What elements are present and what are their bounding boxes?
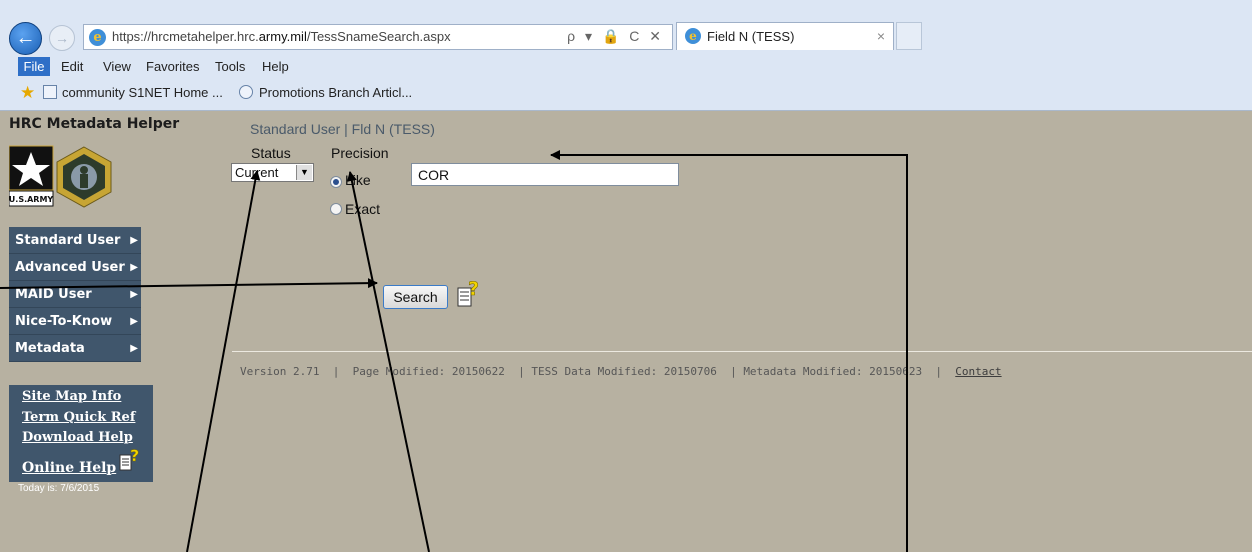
nav-metadata[interactable]: Metadata ▶ (9, 335, 141, 362)
page-title: Standard User | Fld N (TESS) (250, 121, 435, 137)
svg-text:?: ? (468, 278, 479, 300)
precision-header: Precision (331, 145, 389, 161)
ie-tab-icon: e (685, 28, 701, 44)
url-text: https://hrcmetahelper.hrc.army.mil/TessS… (112, 29, 451, 44)
army-logo: U.S.ARMY (9, 145, 112, 208)
menu-view[interactable]: View (103, 59, 131, 74)
tab-title: Field N (TESS) (707, 29, 795, 44)
triangle-right-icon: ▶ (130, 262, 138, 273)
help-links-box: Site Map Info Term Quick Ref Download He… (9, 385, 153, 482)
like-radio[interactable] (330, 176, 342, 188)
term-quick-ref-link[interactable]: Term Quick Ref (22, 410, 135, 425)
menu-edit[interactable]: Edit (61, 59, 83, 74)
favorites-star-icon[interactable]: ★ (20, 83, 35, 103)
exact-label: Exact (345, 201, 381, 217)
ie-icon: e (89, 29, 106, 46)
page-icon (43, 85, 57, 99)
new-tab-button[interactable] (896, 22, 922, 50)
favorite-link-community[interactable]: community S1NET Home ... (62, 85, 223, 100)
search-term-input[interactable] (411, 163, 679, 186)
logo-text: U.S.ARMY (9, 195, 53, 204)
status-header: Status (251, 145, 291, 161)
page-content: HRC Metadata Helper U.S.ARMY Standard Us… (0, 111, 1252, 552)
nav-advanced-user[interactable]: Advanced User ▶ (9, 254, 141, 281)
status-selected-value: Current (235, 165, 279, 180)
left-nav: Standard User ▶ Advanced User ▶ MAID User ▶… (9, 227, 141, 362)
nav-label: Advanced User (15, 260, 125, 275)
dropdown-arrow-icon[interactable]: ▼ (296, 165, 312, 180)
triangle-right-icon: ▶ (130, 289, 138, 300)
address-bar[interactable]: e https://hrcmetahelper.hrc.army.mil/Tes… (83, 24, 673, 50)
favorite-link-promotions[interactable]: Promotions Branch Articl... (259, 85, 412, 100)
favorites-bar: ★ community S1NET Home ... Promotions Br… (0, 80, 1252, 106)
nav-label: MAID User (15, 287, 92, 302)
menu-file[interactable]: File (18, 57, 50, 76)
contact-link[interactable]: Contact (955, 365, 1001, 378)
like-label: Like (345, 172, 371, 188)
online-help-link[interactable]: Online Help (22, 460, 116, 476)
site-map-info-link[interactable]: Site Map Info (22, 389, 121, 404)
triangle-right-icon: ▶ (130, 235, 138, 246)
nav-standard-user[interactable]: Standard User ▶ (9, 227, 141, 254)
help-doc-icon[interactable]: ? (457, 278, 481, 308)
back-button[interactable]: ← (9, 22, 42, 55)
forward-button[interactable]: → (49, 25, 75, 51)
menu-bar: File Edit View Favorites Tools Help (0, 56, 1252, 78)
address-tools[interactable]: ρ ▾ 🔒 C ✕ (567, 28, 664, 45)
browser-chrome: ← → e https://hrcmetahelper.hrc.army.mil… (0, 0, 1252, 111)
footer-info: Version 2.71 | Page Modified: 20150622 |… (240, 365, 1002, 378)
nav-nice-to-know[interactable]: Nice-To-Know ▶ (9, 308, 141, 335)
help-doc-icon[interactable]: ? (119, 447, 139, 473)
menu-help[interactable]: Help (262, 59, 289, 74)
ie-page-icon (239, 85, 253, 99)
tab-close-icon[interactable]: × (877, 28, 885, 44)
triangle-right-icon: ▶ (130, 343, 138, 354)
menu-tools[interactable]: Tools (215, 59, 245, 74)
download-help-link[interactable]: Download Help (22, 430, 133, 445)
browser-tab[interactable]: e Field N (TESS) × (676, 22, 894, 50)
divider (232, 351, 1252, 352)
nav-label: Standard User (15, 233, 121, 248)
nav-label: Nice-To-Know (15, 314, 113, 329)
nav-label: Metadata (15, 341, 85, 356)
today-date: Today is: 7/6/2015 (18, 483, 100, 494)
status-select[interactable]: Current ▼ (231, 163, 314, 182)
svg-text:?: ? (130, 447, 139, 465)
menu-favorites[interactable]: Favorites (146, 59, 199, 74)
triangle-right-icon: ▶ (130, 316, 138, 327)
footer-text: Version 2.71 | Page Modified: 20150622 |… (240, 365, 956, 378)
exact-radio[interactable] (330, 203, 342, 215)
search-button[interactable]: Search (383, 285, 448, 309)
site-title: HRC Metadata Helper (9, 116, 180, 132)
nav-maid-user[interactable]: MAID User ▶ (9, 281, 141, 308)
